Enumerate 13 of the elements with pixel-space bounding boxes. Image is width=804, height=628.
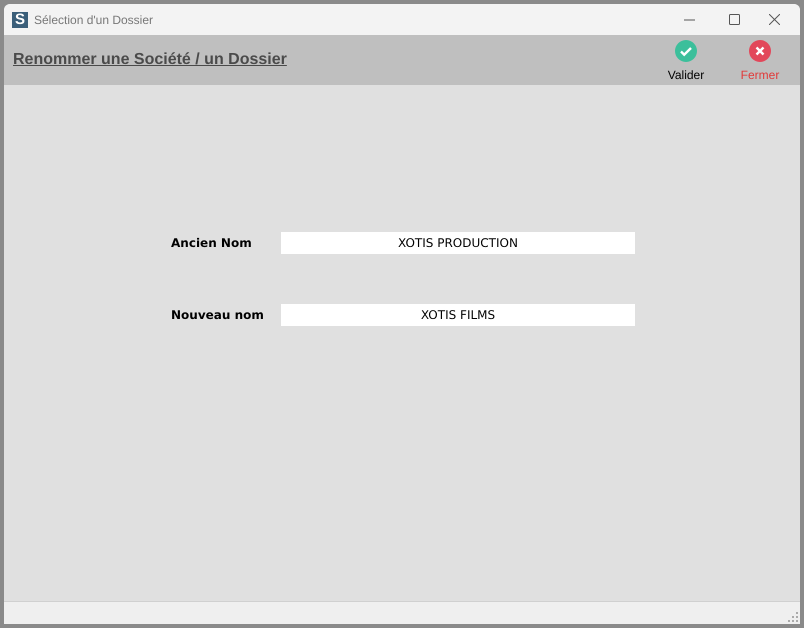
close-icon <box>749 40 771 62</box>
window-title: Sélection d'un Dossier <box>34 12 154 28</box>
toolbar-button[interactable]: Valider <box>658 40 714 84</box>
maximize-icon[interactable] <box>729 14 740 25</box>
resize-grip-icon[interactable] <box>788 612 798 622</box>
check-icon <box>675 40 697 62</box>
page-title: Renommer une Société / un Dossier <box>13 50 287 70</box>
field-label: Ancien Nom <box>171 235 253 252</box>
input-field[interactable]: XOTIS PRODUCTION <box>281 232 635 254</box>
close-icon[interactable] <box>769 14 780 25</box>
field-label: Nouveau nom <box>171 307 265 324</box>
input-field[interactable]: XOTIS FILMS <box>281 304 635 326</box>
app-logo: S <box>12 12 28 28</box>
